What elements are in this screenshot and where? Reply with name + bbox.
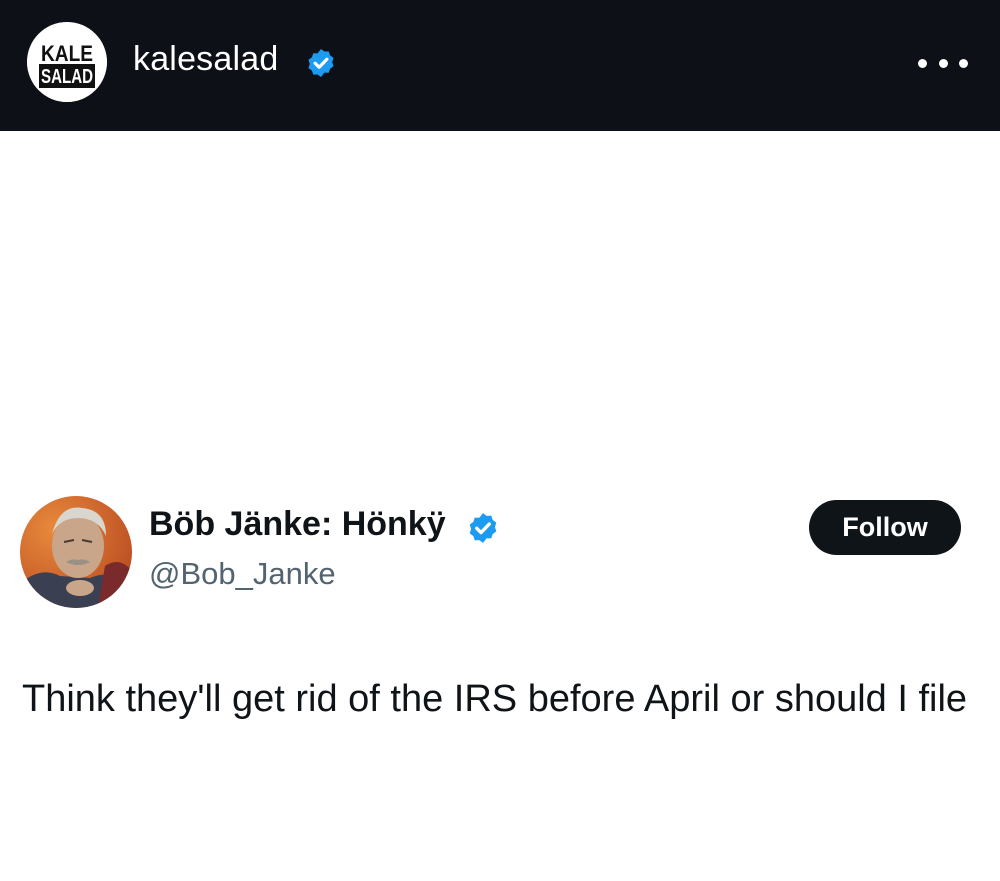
verified-badge-icon (305, 47, 337, 79)
more-options-icon[interactable] (918, 48, 968, 78)
tweet-author-avatar[interactable] (20, 496, 132, 608)
logo-text-kale: KALE (41, 41, 93, 66)
verified-badge-icon (466, 511, 500, 545)
logo-text-salad: SALAD (41, 66, 93, 88)
tweet-display-name[interactable]: Böb Jänke: Hönkÿ (149, 505, 446, 544)
post-header: KALE SALAD kalesalad (0, 0, 1000, 131)
account-avatar[interactable]: KALE SALAD (27, 22, 107, 102)
follow-button[interactable]: Follow (809, 500, 961, 555)
kale-salad-logo: KALE SALAD (27, 22, 107, 102)
profile-photo (20, 496, 132, 608)
tweet-text: Think they'll get rid of the IRS before … (22, 678, 968, 720)
account-username[interactable]: kalesalad (133, 40, 278, 79)
tweet-handle[interactable]: @Bob_Janke (149, 556, 336, 592)
